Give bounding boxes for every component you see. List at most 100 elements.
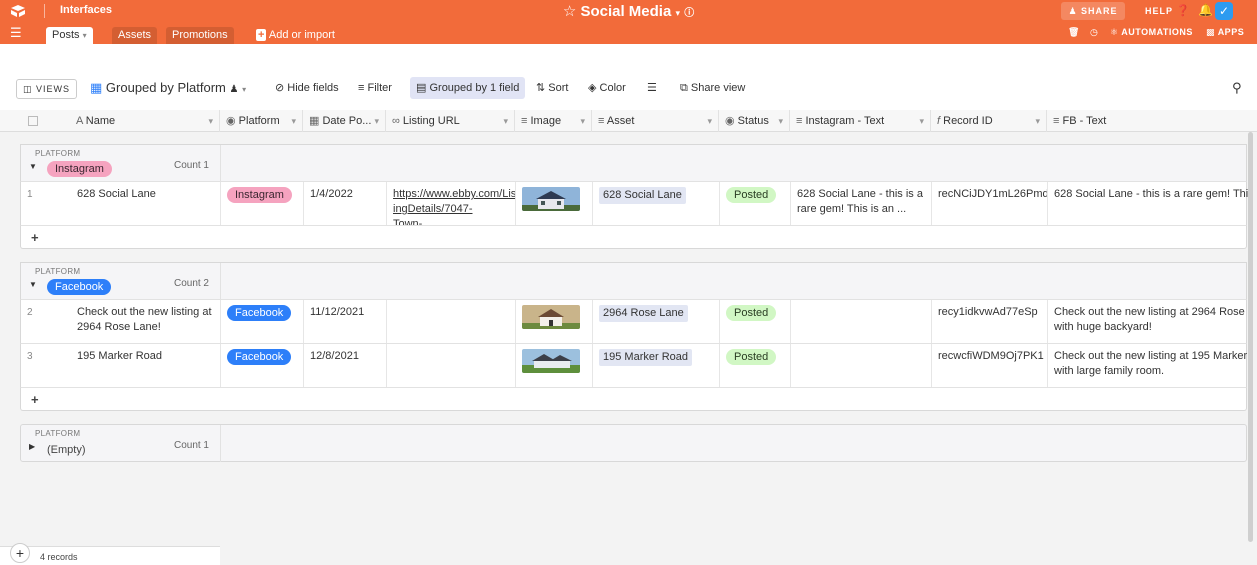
cell-listing-url[interactable] [387, 344, 516, 387]
cell-image[interactable] [516, 182, 593, 225]
cell-instagram-text[interactable] [791, 344, 932, 387]
plus-box-icon: + [256, 29, 267, 41]
house-thumbnail[interactable] [522, 305, 580, 329]
collapse-icon[interactable]: ▼ [29, 162, 37, 171]
asset-tag[interactable]: 2964 Rose Lane [599, 305, 688, 322]
cell-platform[interactable]: Facebook [221, 300, 304, 343]
help-button[interactable]: HELP ❓ [1145, 4, 1191, 17]
cell-asset[interactable]: 195 Marker Road [593, 344, 720, 387]
table-row[interactable]: 2 Check out the new listing at 2964 Rose… [20, 299, 1248, 343]
column-header-status[interactable]: ◉ Status ▾ [719, 110, 790, 132]
cell-image[interactable] [516, 300, 593, 343]
sort-button[interactable]: ⇅ Sort [536, 77, 568, 99]
tab-posts[interactable]: Posts ▾ [46, 27, 93, 44]
column-header-record-id[interactable]: f Record ID ▾ [931, 110, 1047, 132]
column-header-fb-text[interactable]: ≡ FB - Text [1047, 110, 1257, 132]
share-view-button[interactable]: ⧉ Share view [680, 77, 745, 99]
hide-fields-button[interactable]: ⊘ Hide fields [275, 77, 339, 99]
house-thumbnail[interactable] [522, 187, 580, 211]
column-header-listing-url[interactable]: ∞ Listing URL ▾ [386, 110, 515, 132]
plus-icon: + [31, 230, 39, 245]
select-all-checkbox[interactable] [0, 110, 70, 132]
automations-button[interactable]: ⚛ AUTOMATIONS [1110, 27, 1193, 38]
column-header-instagram-text[interactable]: ≡ Instagram - Text ▾ [790, 110, 931, 132]
tab-promotions[interactable]: Promotions [166, 27, 234, 44]
expand-icon[interactable]: ▶ [29, 442, 35, 451]
column-header-date[interactable]: ▦ Date Po... ▾ [303, 110, 386, 132]
asset-tag[interactable]: 195 Marker Road [599, 349, 692, 366]
chevron-down-icon[interactable]: ▾ [675, 8, 680, 18]
listing-url-link[interactable]: https://www.ebby.com/List ingDetails/704… [393, 188, 515, 225]
add-record-row[interactable]: + [20, 387, 1247, 411]
group-header-empty[interactable]: PLATFORM ▶ (Empty) Count 1 [20, 424, 1247, 462]
group-button[interactable]: ▤ Grouped by 1 field [410, 77, 526, 99]
text-line: with huge backyard! [1054, 321, 1152, 333]
asset-tag[interactable]: 628 Social Lane [599, 187, 686, 204]
divider [220, 145, 221, 183]
chevron-down-icon: ▾ [707, 116, 712, 126]
add-record-button[interactable]: + [10, 543, 30, 563]
column-header-platform[interactable]: ◉ Platform ▾ [220, 110, 303, 132]
share-button[interactable]: ♟ SHARE [1061, 2, 1125, 20]
info-icon[interactable]: ⓘ [684, 8, 694, 19]
group-count: Count 2 [173, 278, 209, 289]
cell-platform[interactable]: Facebook [221, 344, 304, 387]
text-line: 2964 Rose Lane! [77, 321, 161, 333]
trash-icon[interactable]: 🗑 [1068, 27, 1080, 38]
cell-instagram-text[interactable]: 628 Social Lane - this is a rare gem! Th… [791, 182, 932, 225]
search-icon[interactable]: ⚲ [1232, 77, 1242, 99]
cell-record-id[interactable]: recwcfiWDM9Oj7PK1 [932, 344, 1048, 387]
cell-name[interactable]: Check out the new listing at 2964 Rose L… [71, 300, 221, 343]
group-header-instagram[interactable]: PLATFORM ▼ Instagram Count 1 [20, 144, 1247, 183]
house-thumbnail[interactable] [522, 349, 580, 373]
cell-date[interactable]: 12/8/2021 [304, 344, 387, 387]
cell-record-id[interactable]: recNCiJDY1mL26Pmd [932, 182, 1048, 225]
cell-asset[interactable]: 628 Social Lane [593, 182, 720, 225]
cell-image[interactable] [516, 344, 593, 387]
cell-date[interactable]: 1/4/2022 [304, 182, 387, 225]
cell-listing-url[interactable] [387, 300, 516, 343]
filter-label: Filter [367, 82, 392, 94]
grid-header: A Name ▾ ◉ Platform ▾ ▦ Date Po... ▾ ∞ L… [0, 110, 1257, 132]
color-button[interactable]: ◈ Color [588, 77, 626, 99]
column-image-label: Image [530, 115, 562, 127]
add-import-button[interactable]: + Add or import [250, 27, 341, 44]
cell-status[interactable]: Posted [720, 344, 791, 387]
cell-fb-text[interactable]: Check out the new listing at 195 Marker … [1048, 344, 1248, 387]
group-header-facebook[interactable]: PLATFORM ▼ Facebook Count 2 [20, 262, 1247, 301]
divider [220, 263, 221, 301]
add-record-row[interactable]: + [20, 225, 1247, 249]
cell-platform[interactable]: Instagram [221, 182, 304, 225]
share-icon: ⧉ [680, 82, 688, 94]
cell-date[interactable]: 11/12/2021 [304, 300, 387, 343]
cell-instagram-text[interactable] [791, 300, 932, 343]
cell-status[interactable]: Posted [720, 182, 791, 225]
cell-fb-text[interactable]: 628 Social Lane - this is a rare gem! Th… [1048, 182, 1248, 225]
cell-name[interactable]: 628 Social Lane [71, 182, 221, 225]
column-header-asset[interactable]: ≡ Asset ▾ [592, 110, 719, 132]
text-line: 628 Social Lane - this is a [797, 188, 923, 200]
filter-button[interactable]: ≡ Filter [358, 77, 392, 99]
row-height-icon[interactable]: ☰ [647, 77, 657, 99]
apps-button[interactable]: ▩ APPS [1206, 27, 1244, 38]
bell-icon[interactable]: 🔔 [1198, 3, 1213, 17]
column-header-image[interactable]: ≡ Image ▾ [515, 110, 592, 132]
group-count: Count 1 [173, 440, 209, 451]
cell-record-id[interactable]: recy1idkvwAd77eSp [932, 300, 1048, 343]
cell-name[interactable]: 195 Marker Road [71, 344, 221, 387]
table-row[interactable]: 1 628 Social Lane Instagram 1/4/2022 htt… [20, 181, 1248, 225]
column-header-name[interactable]: A Name ▾ [70, 110, 220, 132]
view-switcher[interactable]: ▦ Grouped by Platform ♟ ▾ [90, 77, 246, 99]
avatar[interactable]: ✓ [1215, 2, 1233, 20]
table-row[interactable]: 3 195 Marker Road Facebook 12/8/2021 195… [20, 343, 1248, 387]
cell-status[interactable]: Posted [720, 300, 791, 343]
cell-asset[interactable]: 2964 Rose Lane [593, 300, 720, 343]
collapse-icon[interactable]: ▼ [29, 280, 37, 289]
vertical-scrollbar[interactable] [1248, 132, 1253, 542]
cell-listing-url[interactable]: https://www.ebby.com/List ingDetails/704… [387, 182, 516, 225]
menu-icon[interactable]: ☰ [10, 25, 22, 41]
tab-assets[interactable]: Assets [112, 27, 158, 44]
eye-off-icon: ⊘ [275, 82, 285, 94]
cell-fb-text[interactable]: Check out the new listing at 2964 Rose L… [1048, 300, 1248, 343]
history-icon[interactable]: ◷ [1090, 27, 1098, 38]
